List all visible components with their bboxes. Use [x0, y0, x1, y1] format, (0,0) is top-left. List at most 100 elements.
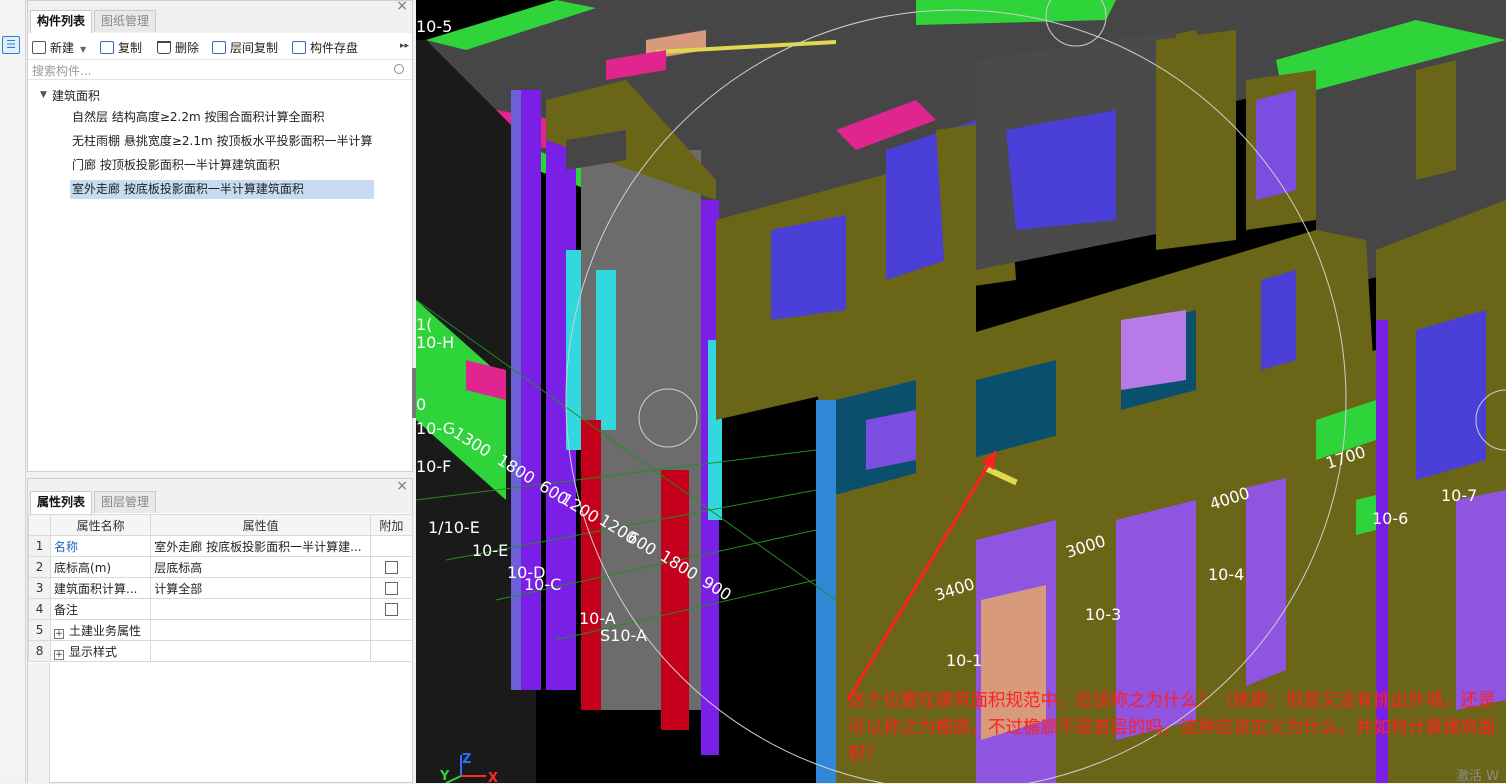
prop-name[interactable]: + 显示样式 — [50, 640, 152, 662]
property-panel-icon[interactable]: ☰ — [2, 36, 20, 54]
component-tabbar: 构件列表 图纸管理 × — [28, 0, 412, 33]
blue-column — [816, 400, 836, 783]
axis-label: 1( — [416, 315, 432, 334]
row-number: 2 — [27, 556, 52, 578]
axis-label: 10-5 — [416, 17, 452, 36]
new-button[interactable]: 新建 ▼ — [32, 39, 86, 56]
gizmo-label: X — [488, 771, 498, 783]
close-icon[interactable]: × — [396, 478, 408, 494]
model-render: Z Y X 10-5 10-H 10-G 10-F 1/10-E 10-E 10… — [416, 0, 1506, 783]
prop-value — [150, 619, 371, 641]
table-row[interactable]: 8 + 显示样式 — [27, 640, 414, 662]
axis-label: S10-A — [600, 626, 647, 645]
watermark: 激活 W — [1456, 769, 1499, 783]
prop-name[interactable]: + 土建业务属性 — [50, 619, 152, 641]
save-component-button[interactable]: 构件存盘 — [292, 39, 358, 56]
prop-extra — [369, 619, 414, 641]
prop-value[interactable] — [150, 598, 371, 620]
col-header: 属性名称 — [50, 514, 152, 536]
checkbox[interactable] — [384, 603, 398, 616]
axis-label: 10-E — [472, 541, 508, 560]
checkbox[interactable] — [384, 582, 398, 595]
more-icon[interactable]: ▸▸ — [400, 41, 409, 51]
component-toolbar: 新建 ▼ 复制 删除 层间复制 构件存盘 ▸▸ — [28, 34, 412, 60]
axis-label: 10-3 — [1085, 605, 1121, 624]
row-gutter — [28, 663, 50, 784]
annotation-text: 这个位置在建筑面积规范中，应该称之为什么？（挑廊；但是又没有挑出外墙，还是可以称… — [848, 691, 1496, 765]
dropdown-arrow-icon[interactable]: ▼ — [80, 45, 86, 54]
tree-item[interactable]: 无柱雨棚 悬挑宽度≥2.1m 按顶板水平投影面积一半计算 — [70, 132, 374, 151]
prop-extra — [369, 598, 414, 620]
axis-label: 10-G — [416, 419, 455, 438]
window — [771, 215, 846, 320]
expand-icon[interactable]: + — [54, 628, 65, 639]
prop-extra — [369, 535, 414, 557]
tree-item[interactable]: 门廊 按顶板投影面积一半计算建筑面积 — [70, 156, 282, 175]
save-icon — [292, 41, 306, 54]
3d-viewport[interactable]: Z Y X 10-5 10-H 10-G 10-F 1/10-E 10-E 10… — [416, 0, 1506, 783]
tree-item-selected[interactable]: 室外走廊 按底板投影面积一半计算建筑面积 — [70, 180, 374, 199]
prop-value[interactable]: 层底标高 — [150, 556, 371, 578]
delete-label: 删除 — [175, 41, 200, 55]
collapse-arrow-icon[interactable]: ▼ — [40, 90, 47, 100]
delete-button[interactable]: 删除 — [157, 39, 199, 56]
tab-layer-management[interactable]: 图层管理 — [94, 491, 157, 513]
window — [1006, 110, 1116, 230]
prop-extra — [369, 577, 414, 599]
window — [1456, 490, 1506, 710]
row-number: 5 — [27, 619, 52, 641]
gizmo-label: Y — [439, 769, 450, 783]
save-component-label: 构件存盘 — [310, 41, 359, 55]
new-label: 新建 — [50, 41, 75, 55]
search-icon[interactable] — [394, 64, 404, 74]
axis-label: 10-1 — [946, 651, 982, 670]
prop-name: 名称 — [50, 535, 152, 557]
component-list-panel: 构件列表 图纸管理 × 新建 ▼ 复制 删除 层间复制 构件存盘 ▸▸ 搜索构件.… — [27, 0, 413, 472]
pillar — [1156, 30, 1236, 250]
tree-item[interactable]: 自然层 结构高度≥2.2m 按围合面积计算全面积 — [70, 108, 326, 127]
tab-drawing-management[interactable]: 图纸管理 — [94, 10, 157, 32]
copy-button[interactable]: 复制 — [100, 39, 142, 56]
prop-extra — [369, 556, 414, 578]
close-icon[interactable]: × — [396, 0, 408, 14]
window — [1256, 90, 1296, 200]
prop-name: 建筑面积计算... — [50, 577, 152, 599]
table-row[interactable]: 3 建筑面积计算... 计算全部 — [27, 577, 414, 599]
left-tool-strip: ☰ — [0, 0, 26, 783]
axis-label: 10-F — [416, 457, 451, 476]
axis-label: 10-C — [524, 575, 561, 594]
prop-value[interactable]: 室外走廊 按底板投影面积一半计算建... — [150, 535, 371, 557]
search-input[interactable]: 搜索构件... — [28, 60, 412, 80]
table-row[interactable]: 5 + 土建业务属性 — [27, 619, 414, 641]
red-column — [661, 470, 689, 730]
window — [1416, 310, 1486, 480]
tree-root[interactable]: 建筑面积 — [52, 87, 100, 104]
table-header: 属性名称 属性值 附加 — [27, 514, 414, 536]
col-header: 属性值 — [150, 514, 371, 536]
checkbox[interactable] — [384, 561, 398, 574]
axis-label: 1/10-E — [428, 518, 480, 537]
col-header: 附加 — [369, 514, 414, 536]
prop-value[interactable]: 计算全部 — [150, 577, 371, 599]
cyan-wall — [596, 270, 616, 430]
axis-label: 0 — [416, 395, 426, 414]
table-row[interactable]: 1 名称 室外走廊 按底板投影面积一半计算建... — [27, 535, 414, 557]
table-row[interactable]: 2 底标高(m) 层底标高 — [27, 556, 414, 578]
row-number: 8 — [27, 640, 52, 662]
property-tabbar: 属性列表 图层管理 × — [28, 478, 412, 514]
prop-value — [150, 640, 371, 662]
table-row[interactable]: 4 备注 — [27, 598, 414, 620]
window — [1261, 270, 1296, 370]
prop-name: 底标高(m) — [50, 556, 152, 578]
row-number-header — [27, 514, 52, 536]
expand-icon[interactable]: + — [54, 649, 65, 660]
row-number: 4 — [27, 598, 52, 620]
row-number: 1 — [27, 535, 52, 557]
gizmo-label: Z — [462, 752, 471, 767]
prop-extra — [369, 640, 414, 662]
floor-copy-button[interactable]: 层间复制 — [212, 39, 278, 56]
axis-label: 10-6 — [1372, 509, 1408, 528]
tab-component-list[interactable]: 构件列表 — [30, 10, 93, 33]
tab-property-list[interactable]: 属性列表 — [30, 491, 93, 514]
trash-icon — [157, 41, 171, 54]
